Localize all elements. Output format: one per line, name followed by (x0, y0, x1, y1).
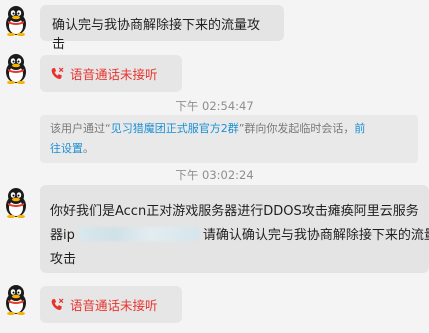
message-text: 确认完与我协商解除接下来的流量攻击 (52, 18, 261, 52)
penguin-avatar-icon[interactable] (2, 283, 30, 315)
temporary-session-notice: 该用户通过“见习猎魔团正式服官方2群”群向你发起临时会话，前 往设置。 (40, 115, 418, 163)
settings-link-part2[interactable]: 往设置 (50, 142, 83, 155)
message-line-2-start: 器ip (50, 228, 75, 243)
missed-call-icon (51, 67, 64, 79)
missed-call-label: 语音通话未接听 (70, 298, 158, 313)
missed-call-label: 语音通话未接听 (70, 67, 158, 82)
message-line-3: 攻击 (50, 252, 77, 267)
missed-call-icon (51, 298, 64, 310)
penguin-avatar-icon[interactable] (2, 52, 30, 84)
penguin-avatar-icon[interactable] (2, 186, 30, 218)
notice-middle: ”群向你发起临时会话， (238, 122, 355, 135)
penguin-avatar-icon[interactable] (2, 4, 30, 36)
message-bubble: 确认完与我协商解除接下来的流量攻击 (40, 5, 284, 52)
missed-call-bubble[interactable]: 语音通话未接听 (40, 286, 182, 323)
message-line-1: 你好我们是Accn正对游戏服务器进行DDOS攻击瘫痪阿里云服务 (50, 204, 419, 219)
timestamp: 下午 03:02:24 (175, 168, 254, 182)
group-link[interactable]: 见习猎魔团正式服官方2群 (111, 122, 239, 135)
message-bubble: 你好我们是Accn正对游戏服务器进行DDOS攻击瘫痪阿里云服务 器ip 请确认确认… (40, 185, 429, 273)
notice-prefix: 该用户通过“ (50, 122, 111, 135)
settings-link-part1[interactable]: 前 (354, 122, 365, 135)
missed-call-bubble[interactable]: 语音通话未接听 (40, 55, 182, 92)
timestamp: 下午 02:54:47 (175, 99, 254, 113)
message-line-2: 器ip 请确认确认完与我协商解除接下来的流量 (50, 224, 429, 243)
notice-end: 。 (83, 142, 94, 155)
redacted-ip (78, 227, 199, 241)
message-line-2-end: 请确认确认完与我协商解除接下来的流量 (202, 228, 429, 243)
